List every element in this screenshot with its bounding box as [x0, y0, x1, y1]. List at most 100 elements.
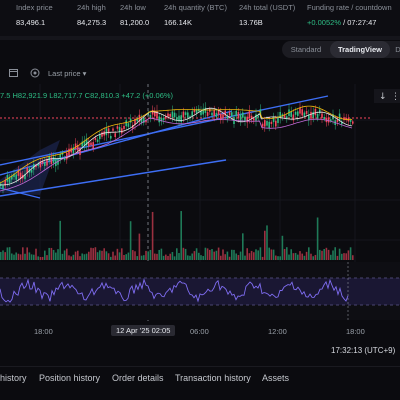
- candle-body: [314, 108, 317, 116]
- volume-bar: [347, 250, 350, 260]
- candle-body: [129, 118, 132, 123]
- price-chart[interactable]: [0, 84, 400, 350]
- volume-bar: [57, 249, 59, 260]
- volume-bar: [352, 255, 354, 260]
- candle-body: [327, 117, 330, 123]
- tab-assets[interactable]: Assets: [262, 373, 289, 383]
- stat-value: +0.0052% / 07:27:47: [307, 18, 392, 27]
- tab-history[interactable]: history: [0, 373, 27, 383]
- volume-bar: [213, 251, 215, 260]
- candle-body: [310, 111, 312, 119]
- candle-body: [228, 111, 231, 116]
- candle-body: [74, 143, 77, 150]
- volume-bar: [187, 255, 189, 260]
- volume-bar: [66, 248, 68, 260]
- chart-clock[interactable]: 17:32:13 (UTC+9): [331, 346, 395, 355]
- candle-body: [316, 113, 319, 119]
- volume-bar: [343, 253, 345, 260]
- volume-bar: [160, 248, 163, 260]
- candle-body: [158, 116, 160, 123]
- stat-value: 13.76B: [239, 18, 263, 27]
- tab-order-details[interactable]: Order details: [112, 373, 164, 383]
- volume-bar: [184, 248, 187, 260]
- volume-bar: [83, 254, 86, 260]
- volume-bar: [17, 253, 20, 260]
- volume-bar: [266, 225, 268, 260]
- volume-bar: [235, 253, 237, 260]
- candle-body: [264, 120, 266, 127]
- candle-body: [121, 128, 123, 134]
- candle-body: [261, 123, 264, 127]
- volume-bar: [41, 256, 44, 260]
- volume-bar: [341, 253, 343, 260]
- candle-body: [116, 126, 119, 129]
- volume-bars: [0, 211, 354, 260]
- volume-bar: [0, 251, 2, 260]
- volume-bar: [239, 251, 242, 260]
- candle-body: [127, 123, 130, 127]
- tradingview-view-button[interactable]: TradingView: [330, 41, 390, 58]
- time-label: 18:00: [34, 327, 53, 336]
- volume-bar: [6, 247, 9, 260]
- candle-body: [294, 111, 297, 115]
- volume-bar: [11, 253, 13, 260]
- stat-value: 84,275.3: [77, 18, 107, 27]
- volume-bar: [81, 253, 83, 260]
- candle-body: [211, 112, 213, 116]
- volume-bar: [33, 254, 35, 260]
- bottom-tabs: history Position history Order details T…: [0, 366, 400, 391]
- volume-bar: [248, 253, 251, 260]
- more-view-button[interactable]: D: [392, 41, 400, 58]
- volume-bar: [312, 256, 314, 260]
- candle-body: [184, 112, 187, 115]
- candle-body: [323, 117, 325, 120]
- tab-position-history[interactable]: Position history: [39, 373, 100, 383]
- candle-body: [312, 111, 314, 118]
- volume-bar: [143, 255, 145, 260]
- volume-bar: [103, 248, 105, 260]
- candle-body: [151, 110, 154, 115]
- candle-body: [303, 112, 306, 116]
- volume-bar: [279, 256, 281, 260]
- volume-bar: [94, 247, 97, 260]
- volume-bar: [26, 247, 28, 260]
- volume-bar: [297, 254, 299, 260]
- volume-bar: [224, 254, 226, 260]
- volume-bar: [55, 252, 57, 260]
- volume-bar: [336, 255, 339, 260]
- calendar-icon[interactable]: [8, 68, 18, 78]
- volume-bar: [209, 249, 211, 260]
- candle-body: [94, 137, 97, 140]
- volume-bar: [323, 249, 325, 260]
- volume-bar: [314, 254, 317, 260]
- standard-view-button[interactable]: Standard: [282, 41, 330, 58]
- last-price-dropdown[interactable]: Last price ▾: [48, 69, 86, 78]
- volume-bar: [35, 248, 37, 260]
- candle-body: [237, 112, 240, 119]
- candle-body: [268, 121, 270, 129]
- stat-label: 24h low: [120, 3, 146, 12]
- time-label: 12:00: [268, 327, 287, 336]
- replay-icon[interactable]: [30, 68, 40, 78]
- candle-body: [191, 111, 193, 117]
- volume-bar: [231, 249, 233, 260]
- chart-controls[interactable]: ↓ ⋮: [374, 89, 400, 103]
- volume-bar: [180, 211, 182, 260]
- volume-bar: [286, 247, 288, 260]
- tab-transaction-history[interactable]: Transaction history: [175, 373, 251, 383]
- candle-body: [321, 113, 323, 118]
- candle-body: [110, 135, 112, 139]
- volume-bar: [294, 252, 297, 260]
- candle-body: [88, 142, 90, 147]
- candle-body: [171, 111, 174, 118]
- scroll-down-icon: ↓: [379, 92, 387, 102]
- candle-body: [187, 112, 189, 118]
- volume-bar: [301, 253, 303, 260]
- volume-bar: [28, 252, 31, 260]
- volume-bar: [15, 252, 17, 260]
- candle-body: [338, 113, 341, 120]
- volume-bar: [59, 220, 61, 260]
- volume-bar: [288, 254, 290, 260]
- volume-bar: [182, 247, 185, 260]
- candle-body: [297, 111, 299, 116]
